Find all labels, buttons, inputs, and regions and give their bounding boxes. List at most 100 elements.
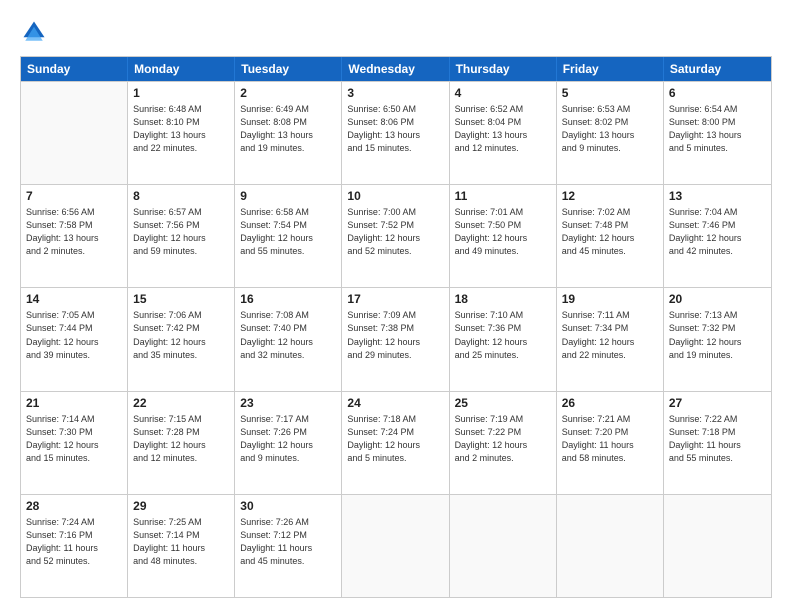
calendar-page: SundayMondayTuesdayWednesdayThursdayFrid… [0, 0, 792, 612]
day-number: 2 [240, 86, 336, 100]
day-number: 8 [133, 189, 229, 203]
header-cell-wednesday: Wednesday [342, 57, 449, 81]
cal-cell [342, 495, 449, 597]
day-info: Sunrise: 7:10 AM Sunset: 7:36 PM Dayligh… [455, 309, 551, 361]
cal-cell: 1Sunrise: 6:48 AM Sunset: 8:10 PM Daylig… [128, 82, 235, 184]
header-cell-friday: Friday [557, 57, 664, 81]
cal-cell [450, 495, 557, 597]
day-info: Sunrise: 7:15 AM Sunset: 7:28 PM Dayligh… [133, 413, 229, 465]
day-number: 17 [347, 292, 443, 306]
cal-cell: 15Sunrise: 7:06 AM Sunset: 7:42 PM Dayli… [128, 288, 235, 390]
logo [20, 18, 52, 46]
day-number: 10 [347, 189, 443, 203]
cal-cell: 20 Sunrise: 7:13 AM Sunset: 7:32 PM Dayli… [664, 288, 771, 390]
header-cell-monday: Monday [128, 57, 235, 81]
day-info: Sunrise: 7:11 AM Sunset: 7:34 PM Dayligh… [562, 309, 658, 361]
cal-cell: 29 Sunrise: 7:25 AM Sunset: 7:14 PM Dayli… [128, 495, 235, 597]
day-number: 7 [26, 189, 122, 203]
day-number: 25 [455, 396, 551, 410]
day-number: 20 [669, 292, 766, 306]
cal-cell [21, 82, 128, 184]
day-number: 18 [455, 292, 551, 306]
day-info: Sunrise: 7:18 AM Sunset: 7:24 PM Dayligh… [347, 413, 443, 465]
cal-cell [664, 495, 771, 597]
day-info: Sunrise: 7:06 AM Sunset: 7:42 PM Dayligh… [133, 309, 229, 361]
day-info: Sunrise: 7:21 AM Sunset: 7:20 PM Dayligh… [562, 413, 658, 465]
cal-cell: 16Sunrise: 7:08 AM Sunset: 7:40 PM Dayli… [235, 288, 342, 390]
cal-cell: 12 Sunrise: 7:02 AM Sunset: 7:48 PM Dayli… [557, 185, 664, 287]
day-info: Sunrise: 7:26 AM Sunset: 7:12 PM Dayligh… [240, 516, 336, 568]
cal-cell: 7 Sunrise: 6:56 AM Sunset: 7:58 PM Daylig… [21, 185, 128, 287]
cal-cell: 9Sunrise: 6:58 AM Sunset: 7:54 PM Daylig… [235, 185, 342, 287]
cal-cell: 11 Sunrise: 7:01 AM Sunset: 7:50 PM Dayli… [450, 185, 557, 287]
cal-cell: 3 Sunrise: 6:50 AM Sunset: 8:06 PM Daylig… [342, 82, 449, 184]
cal-cell: 6Sunrise: 6:54 AM Sunset: 8:00 PM Daylig… [664, 82, 771, 184]
day-number: 28 [26, 499, 122, 513]
day-info: Sunrise: 7:05 AM Sunset: 7:44 PM Dayligh… [26, 309, 122, 361]
cal-cell: 25 Sunrise: 7:19 AM Sunset: 7:22 PM Dayli… [450, 392, 557, 494]
calendar: SundayMondayTuesdayWednesdayThursdayFrid… [20, 56, 772, 598]
cal-cell: 14 Sunrise: 7:05 AM Sunset: 7:44 PM Dayli… [21, 288, 128, 390]
cal-cell: 10 Sunrise: 7:00 AM Sunset: 7:52 PM Dayli… [342, 185, 449, 287]
day-info: Sunrise: 6:53 AM Sunset: 8:02 PM Dayligh… [562, 103, 658, 155]
day-number: 12 [562, 189, 658, 203]
day-number: 22 [133, 396, 229, 410]
header-cell-sunday: Sunday [21, 57, 128, 81]
logo-icon [20, 18, 48, 46]
day-info: Sunrise: 7:24 AM Sunset: 7:16 PM Dayligh… [26, 516, 122, 568]
cal-cell: 28 Sunrise: 7:24 AM Sunset: 7:16 PM Dayli… [21, 495, 128, 597]
cal-cell: 27 Sunrise: 7:22 AM Sunset: 7:18 PM Dayli… [664, 392, 771, 494]
day-number: 13 [669, 189, 766, 203]
day-info: Sunrise: 6:49 AM Sunset: 8:08 PM Dayligh… [240, 103, 336, 155]
day-info: Sunrise: 7:22 AM Sunset: 7:18 PM Dayligh… [669, 413, 766, 465]
cal-cell: 22 Sunrise: 7:15 AM Sunset: 7:28 PM Dayli… [128, 392, 235, 494]
header-cell-thursday: Thursday [450, 57, 557, 81]
cal-cell: 18 Sunrise: 7:10 AM Sunset: 7:36 PM Dayli… [450, 288, 557, 390]
week-row-4: 21Sunrise: 7:14 AM Sunset: 7:30 PM Dayli… [21, 391, 771, 494]
cal-cell: 21Sunrise: 7:14 AM Sunset: 7:30 PM Dayli… [21, 392, 128, 494]
day-info: Sunrise: 7:04 AM Sunset: 7:46 PM Dayligh… [669, 206, 766, 258]
day-info: Sunrise: 7:13 AM Sunset: 7:32 PM Dayligh… [669, 309, 766, 361]
day-info: Sunrise: 6:56 AM Sunset: 7:58 PM Dayligh… [26, 206, 122, 258]
header [20, 18, 772, 46]
day-number: 6 [669, 86, 766, 100]
day-number: 11 [455, 189, 551, 203]
day-number: 26 [562, 396, 658, 410]
day-number: 30 [240, 499, 336, 513]
header-cell-tuesday: Tuesday [235, 57, 342, 81]
day-info: Sunrise: 7:19 AM Sunset: 7:22 PM Dayligh… [455, 413, 551, 465]
day-info: Sunrise: 6:50 AM Sunset: 8:06 PM Dayligh… [347, 103, 443, 155]
cal-cell: 17 Sunrise: 7:09 AM Sunset: 7:38 PM Dayli… [342, 288, 449, 390]
day-info: Sunrise: 7:14 AM Sunset: 7:30 PM Dayligh… [26, 413, 122, 465]
day-info: Sunrise: 7:17 AM Sunset: 7:26 PM Dayligh… [240, 413, 336, 465]
day-number: 24 [347, 396, 443, 410]
day-number: 5 [562, 86, 658, 100]
week-row-2: 7 Sunrise: 6:56 AM Sunset: 7:58 PM Daylig… [21, 184, 771, 287]
cal-cell: 26 Sunrise: 7:21 AM Sunset: 7:20 PM Dayli… [557, 392, 664, 494]
day-info: Sunrise: 7:00 AM Sunset: 7:52 PM Dayligh… [347, 206, 443, 258]
cal-cell: 13 Sunrise: 7:04 AM Sunset: 7:46 PM Dayli… [664, 185, 771, 287]
cal-cell: 5 Sunrise: 6:53 AM Sunset: 8:02 PM Daylig… [557, 82, 664, 184]
calendar-body: 1Sunrise: 6:48 AM Sunset: 8:10 PM Daylig… [21, 81, 771, 597]
cal-cell: 23 Sunrise: 7:17 AM Sunset: 7:26 PM Dayli… [235, 392, 342, 494]
header-cell-saturday: Saturday [664, 57, 771, 81]
day-number: 23 [240, 396, 336, 410]
day-info: Sunrise: 7:09 AM Sunset: 7:38 PM Dayligh… [347, 309, 443, 361]
cal-cell: 4 Sunrise: 6:52 AM Sunset: 8:04 PM Daylig… [450, 82, 557, 184]
day-number: 19 [562, 292, 658, 306]
cal-cell: 24 Sunrise: 7:18 AM Sunset: 7:24 PM Dayli… [342, 392, 449, 494]
cal-cell [557, 495, 664, 597]
day-number: 29 [133, 499, 229, 513]
cal-cell: 19 Sunrise: 7:11 AM Sunset: 7:34 PM Dayli… [557, 288, 664, 390]
day-number: 3 [347, 86, 443, 100]
day-number: 14 [26, 292, 122, 306]
day-info: Sunrise: 7:02 AM Sunset: 7:48 PM Dayligh… [562, 206, 658, 258]
day-number: 27 [669, 396, 766, 410]
day-number: 4 [455, 86, 551, 100]
day-info: Sunrise: 6:48 AM Sunset: 8:10 PM Dayligh… [133, 103, 229, 155]
calendar-header-row: SundayMondayTuesdayWednesdayThursdayFrid… [21, 57, 771, 81]
day-info: Sunrise: 7:25 AM Sunset: 7:14 PM Dayligh… [133, 516, 229, 568]
week-row-5: 28 Sunrise: 7:24 AM Sunset: 7:16 PM Dayli… [21, 494, 771, 597]
day-info: Sunrise: 7:01 AM Sunset: 7:50 PM Dayligh… [455, 206, 551, 258]
day-info: Sunrise: 6:52 AM Sunset: 8:04 PM Dayligh… [455, 103, 551, 155]
